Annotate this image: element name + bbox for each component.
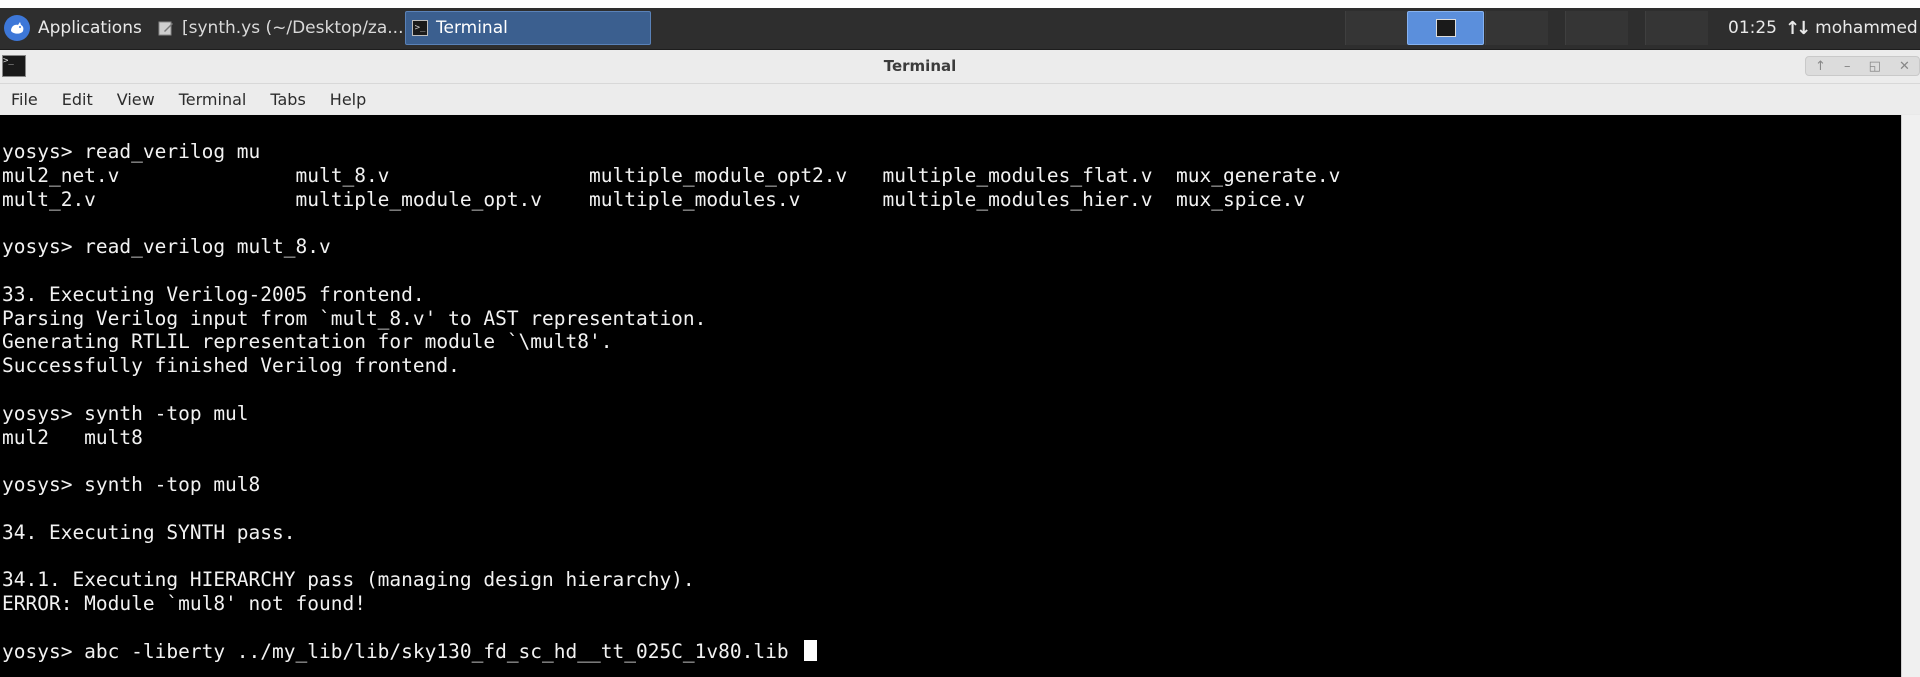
line-7: 33. Executing Verilog-2005 frontend. — [2, 282, 425, 306]
menu-file[interactable]: File — [0, 90, 50, 109]
task-synth-label: [synth.ys (~/Desktop/za... — [182, 18, 404, 38]
text-cursor — [804, 639, 818, 661]
line-9: Generating RTLIL representation for modu… — [2, 330, 613, 354]
task-terminal-label: Terminal — [436, 18, 508, 38]
line-19: 34.1. Executing HIERARCHY pass (managing… — [2, 568, 695, 592]
menubar: File Edit View Terminal Tabs Help — [0, 84, 1920, 114]
clock[interactable]: 01:25 — [1728, 18, 1777, 38]
line-17: 34. Executing SYNTH pass. — [2, 520, 296, 544]
line-13: mul2 mult8 — [2, 425, 143, 449]
taskbar: Applications [synth.ys (~/Desktop/za... … — [0, 8, 1920, 50]
line-8: Parsing Verilog input from `mult_8.v' to… — [2, 306, 707, 330]
terminal-output-area[interactable]: yosys> read_verilog mu mul2_net.v mult_8… — [0, 115, 1901, 677]
applications-label: Applications — [38, 18, 142, 38]
task-synth-editor[interactable]: [synth.ys (~/Desktop/za... — [158, 11, 403, 45]
shade-icon[interactable]: ↑ — [1815, 59, 1826, 74]
top-strip — [0, 0, 1920, 8]
terminal-icon: >_ — [412, 20, 428, 36]
terminal-text: yosys> read_verilog mu mul2_net.v mult_8… — [2, 140, 1340, 664]
window-titlebar[interactable]: >_ Terminal ↑ – ◱ ✕ — [0, 50, 1920, 84]
window-title: Terminal — [883, 57, 957, 75]
line-2: mul2_net.v mult_8.v multiple_module_opt2… — [2, 163, 1341, 187]
menu-edit[interactable]: Edit — [50, 90, 105, 109]
line-5: yosys> read_verilog mult_8.v — [2, 235, 331, 259]
terminal-scrollbar[interactable] — [1901, 115, 1920, 677]
line-10: Successfully finished Verilog frontend. — [2, 354, 460, 378]
maximize-icon[interactable]: ◱ — [1869, 59, 1881, 74]
network-arrows-icon[interactable]: ↑↓ — [1785, 18, 1811, 39]
workspace-4[interactable] — [1565, 11, 1628, 45]
menu-tabs[interactable]: Tabs — [258, 90, 317, 109]
workspace-2-active[interactable] — [1407, 11, 1484, 45]
minimize-icon[interactable]: – — [1844, 59, 1851, 74]
close-icon[interactable]: ✕ — [1899, 59, 1910, 74]
text-editor-icon — [158, 20, 174, 36]
line-3: mult_2.v multiple_module_opt.v multiple_… — [2, 187, 1306, 211]
workspace-3[interactable] — [1485, 11, 1548, 45]
line-1: yosys> read_verilog mu — [2, 140, 261, 163]
menu-view[interactable]: View — [105, 90, 167, 109]
workspace-window-icon — [1435, 19, 1456, 37]
user-name[interactable]: mohammed — [1815, 18, 1918, 38]
applications-menu-button[interactable]: Applications — [4, 11, 142, 45]
line-15: yosys> synth -top mul8 — [2, 473, 261, 497]
prompt-line: yosys> abc -liberty ../my_lib/lib/sky130… — [2, 639, 801, 663]
menu-help[interactable]: Help — [318, 90, 378, 109]
xfce-mouse-icon — [4, 15, 30, 41]
line-12: yosys> synth -top mul — [2, 401, 249, 425]
task-terminal[interactable]: >_ Terminal — [405, 11, 651, 45]
line-20: ERROR: Module `mul8' not found! — [2, 592, 366, 616]
workspace-5[interactable] — [1645, 11, 1708, 45]
window-controls: ↑ – ◱ ✕ — [1805, 56, 1920, 76]
workspace-1[interactable] — [1345, 11, 1408, 45]
menu-terminal[interactable]: Terminal — [167, 90, 259, 109]
